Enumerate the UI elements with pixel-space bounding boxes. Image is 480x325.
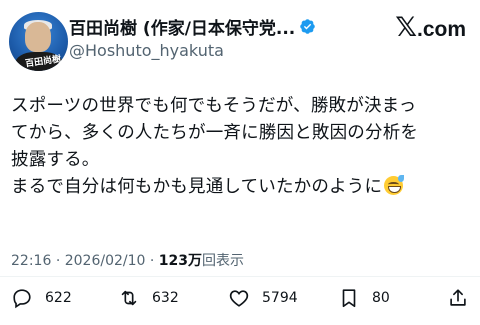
tweet-line: 披露する。: [11, 150, 100, 170]
tweet-line: まるで自分は何もかも見通していたかのように: [11, 177, 383, 197]
bookmark-button[interactable]: 80: [338, 287, 390, 309]
grinning-sweat-emoji-icon: [384, 175, 405, 195]
tweet-line-with-emoji: まるで自分は何もかも見通していたかのように: [11, 174, 473, 201]
tweet-line: スポーツの世界でも何でもそうだが、勝敗が決まっ: [11, 96, 417, 116]
view-label: 回表示: [202, 253, 245, 269]
reply-count: 622: [45, 290, 72, 306]
tweet-line: てから、多くの人たちが一斉に勝因と敗因の分析を: [11, 123, 419, 143]
tweet-meta: 22:16 · 2026/02/10 · 123万回表示: [11, 250, 244, 270]
share-icon: [450, 289, 466, 306]
meta-separator: ·: [149, 253, 155, 269]
share-button[interactable]: [447, 287, 469, 309]
display-name[interactable]: 百田尚樹 (作家/日本保守党...: [69, 14, 295, 39]
tweet-time[interactable]: 22:16: [11, 253, 51, 269]
x-logo-icon: 𝕏: [395, 12, 417, 43]
retweet-icon: [121, 290, 137, 306]
tweet-date[interactable]: 2026/02/10: [65, 253, 146, 269]
tweet-text: スポーツの世界でも何でもそうだが、勝敗が決まっ てから、多くの人たちが一斉に勝因…: [11, 93, 473, 201]
retweet-count: 632: [152, 290, 179, 306]
meta-separator: ·: [55, 253, 61, 269]
verified-badge-icon: [300, 19, 316, 34]
bookmark-count: 80: [372, 290, 390, 306]
view-count: 123万: [158, 253, 203, 269]
heart-icon: [229, 290, 249, 307]
reply-button[interactable]: 622: [11, 287, 72, 309]
user-handle[interactable]: @Hoshuto_hyakuta: [69, 41, 224, 60]
like-button[interactable]: 5794: [228, 287, 298, 309]
retweet-button[interactable]: 632: [118, 287, 179, 309]
action-bar: 622 632 5794 80: [0, 287, 480, 315]
x-logo-com: .com: [416, 18, 466, 41]
divider: [0, 276, 480, 277]
like-count: 5794: [262, 290, 298, 306]
name-row: 百田尚樹 (作家/日本保守党...: [69, 14, 316, 39]
x-logo: 𝕏 .com: [395, 14, 466, 41]
reply-icon: [13, 289, 31, 309]
avatar[interactable]: 百田尚樹: [9, 12, 68, 71]
bookmark-icon: [342, 289, 356, 308]
